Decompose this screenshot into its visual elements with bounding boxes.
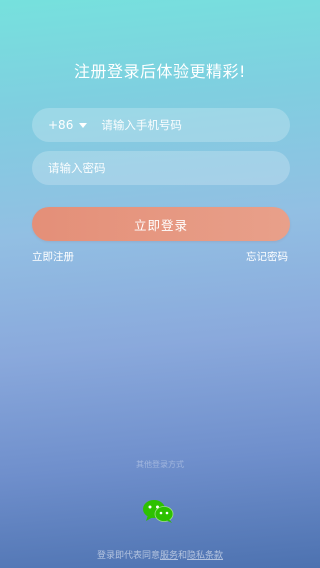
- country-code-selector[interactable]: +86: [48, 118, 88, 132]
- wechat-icon: [143, 500, 174, 523]
- terms-prefix: 登录即代表同意: [96, 551, 160, 561]
- password-input-placeholder: 请输入密码: [48, 161, 106, 175]
- password-input[interactable]: 请输入密码: [32, 151, 290, 185]
- terms-conjunction: 和: [178, 551, 188, 561]
- terms-notice: 登录即代表同意服务和隐私条款: [0, 548, 320, 561]
- login-screen: 注册登录后体验更精彩! +86 请输入手机号码 请输入密码 立即登录 立即注册 …: [0, 0, 320, 568]
- service-terms-link[interactable]: 服务: [160, 551, 178, 561]
- register-link[interactable]: 立即注册: [32, 249, 74, 264]
- wechat-login-button[interactable]: [138, 496, 180, 526]
- caret-down-icon: [79, 122, 88, 128]
- phone-input[interactable]: +86 请输入手机号码: [32, 108, 290, 142]
- privacy-terms-link[interactable]: 隐私条款: [187, 551, 223, 561]
- forgot-password-link[interactable]: 忘记密码: [246, 249, 288, 264]
- country-code-label: +86: [48, 118, 74, 132]
- other-login-label: 其他登录方式: [136, 460, 184, 469]
- phone-input-placeholder: 请输入手机号码: [101, 118, 182, 132]
- page-title: 注册登录后体验更精彩!: [74, 62, 246, 81]
- login-button[interactable]: 立即登录: [32, 207, 290, 241]
